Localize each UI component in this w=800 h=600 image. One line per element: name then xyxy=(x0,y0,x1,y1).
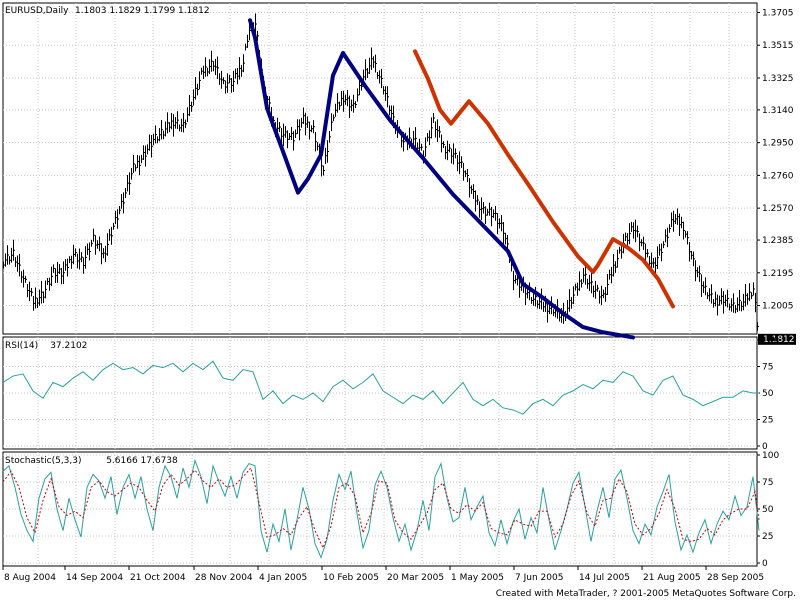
y-tick-label: 1.3140 xyxy=(762,106,794,116)
x-tick-label: 10 Feb 2005 xyxy=(323,573,379,583)
x-tick-label: 4 Jan 2005 xyxy=(259,573,307,583)
price-bars xyxy=(3,13,759,331)
y-tick-label: 25 xyxy=(762,416,773,426)
y-tick-label: 1.3515 xyxy=(762,41,794,51)
osc-line-1-0 xyxy=(2,360,759,415)
footer-credit: Created with MetaTrader, ? 2001-2005 Met… xyxy=(495,589,796,599)
osc-header-label-1: RSI(14) xyxy=(5,341,38,351)
x-tick-label: 28 Sep 2005 xyxy=(707,573,764,583)
y-tick-label: 1.3325 xyxy=(762,74,794,84)
x-tick-label: 21 Aug 2005 xyxy=(643,573,701,583)
x-tick-label: 7 Jun 2005 xyxy=(515,573,563,583)
y-tick-label: 50 xyxy=(762,389,774,399)
y-tick-label: 0 xyxy=(762,559,768,569)
metatrader-chart: 1.3705 1.3515 1.3325 1.3140 1.2950 1.2760 1.25… xyxy=(2,2,796,583)
y-tick-label: 50 xyxy=(762,505,774,515)
y-tick-label: 25 xyxy=(762,532,773,542)
x-tick-label: 14 Jul 2005 xyxy=(579,573,630,583)
price-header-ohlc: 1.1803 1.1829 1.1799 1.1812 xyxy=(75,6,210,16)
y-tick-label: 1.2760 xyxy=(762,171,794,181)
y-tick-label: 100 xyxy=(762,336,779,346)
pane-frame-0 xyxy=(2,2,758,335)
x-tick-label: 8 Aug 2004 xyxy=(4,573,56,583)
y-tick-label: 1.2005 xyxy=(762,302,794,312)
y-tick-label: 100 xyxy=(762,451,779,461)
y-tick-label: 1.2950 xyxy=(762,139,794,149)
y-tick-label: 75 xyxy=(762,478,773,488)
x-tick-label: 28 Nov 2004 xyxy=(195,573,253,583)
y-tick-label: 1.2570 xyxy=(762,204,794,214)
osc-header-value-2: 5.6166 17.6738 xyxy=(106,456,178,466)
trend-line-1 xyxy=(413,49,675,309)
y-tick-label: 1.2195 xyxy=(762,269,794,279)
y-tick-label: 1.2385 xyxy=(762,236,794,246)
y-tick-label: 75 xyxy=(762,363,773,373)
y-tick-label: 1.3705 xyxy=(762,8,794,18)
x-tick-label: 1 May 2005 xyxy=(451,573,504,583)
x-tick-label: 14 Sep 2004 xyxy=(66,573,123,583)
x-tick-label: 20 Mar 2005 xyxy=(387,573,444,583)
osc-header-label-2: Stochastic(5,3,3) xyxy=(5,456,82,466)
x-tick-label: 21 Oct 2004 xyxy=(130,573,186,583)
pane-frame-1 xyxy=(2,336,758,450)
osc-header-value-1: 37.2102 xyxy=(50,341,87,351)
price-header-symbol: EURUSD,Daily xyxy=(5,6,69,16)
